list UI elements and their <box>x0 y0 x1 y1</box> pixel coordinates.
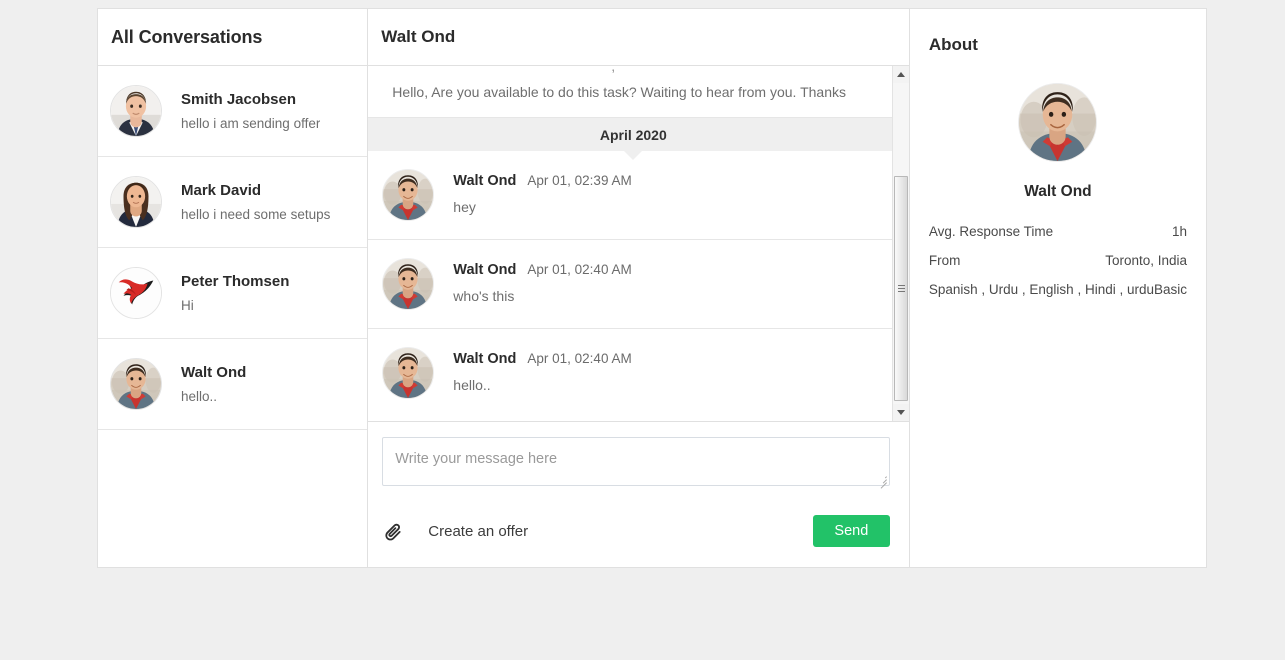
about-row: Avg. Response Time 1h <box>929 224 1187 239</box>
scroll-down-button[interactable] <box>892 404 909 421</box>
message-text: who's this <box>453 288 515 304</box>
message-row: Walt Ond Apr 01, 02:40 AM who's this <box>368 240 899 329</box>
avatar <box>382 347 435 399</box>
message-text: hey <box>453 199 476 215</box>
scrollbar-grip-icon <box>897 284 905 293</box>
conversation-list-header: All Conversations <box>98 9 368 66</box>
message-timestamp: Apr 01, 02:40 AM <box>527 351 632 366</box>
messaging-app-card: All Conversations Smith Jacobsen hello i… <box>97 8 1207 568</box>
about-row-key: Avg. Response Time <box>928 224 1054 239</box>
send-button[interactable]: Send <box>812 515 890 547</box>
message-meta: Walt Ond Apr 01, 02:40 AM <box>453 351 631 367</box>
conversation-text: Peter Thomsen Hi <box>181 272 289 315</box>
avatar <box>1018 83 1098 162</box>
about-avatar-wrap <box>929 83 1187 162</box>
message-composer: Create an offer Send <box>368 422 909 567</box>
list-item[interactable]: Mark David hello i need some setups <box>98 157 368 248</box>
conversation-snippet: Hi <box>181 297 194 313</box>
create-offer-button[interactable]: Create an offer <box>382 520 528 542</box>
about-detail-rows: Avg. Response Time 1h From Toronto, Indi… <box>929 224 1187 297</box>
about-row-value: 1h <box>1171 224 1187 239</box>
triangle-up-icon <box>896 72 905 77</box>
about-row-value: Toronto, India <box>1105 253 1187 268</box>
paperclip-icon <box>382 520 404 542</box>
list-item[interactable]: Peter Thomsen Hi <box>98 248 368 339</box>
conversation-name: Walt Ond <box>181 363 247 381</box>
avatar <box>110 358 162 410</box>
avatar <box>382 258 435 310</box>
avatar <box>110 85 162 137</box>
thread-messages: , Hello, Are you available to do this ta… <box>368 66 899 421</box>
conversation-list: Smith Jacobsen hello i am sending offer … <box>98 66 368 567</box>
message-body: Walt Ond Apr 01, 02:40 AM hello.. <box>453 347 631 399</box>
scroll-up-button[interactable] <box>892 66 909 83</box>
list-item[interactable]: Smith Jacobsen hello i am sending offer <box>98 66 368 157</box>
about-user-name: Walt Ond <box>1024 183 1092 200</box>
message-thread-panel: Walt Ond , Hello, Are you available to d… <box>368 9 910 567</box>
triangle-down-icon <box>896 410 905 415</box>
clipped-message-ghost: , <box>611 66 616 74</box>
message-author: Walt Ond <box>453 173 517 189</box>
list-item[interactable]: Walt Ond hello.. <box>98 339 368 430</box>
about-title: About <box>928 35 978 54</box>
thread-header: Walt Ond <box>368 9 909 66</box>
about-row: From Toronto, India <box>929 253 1187 268</box>
composer-input-wrap <box>382 437 890 489</box>
conversation-name: Mark David <box>181 181 262 199</box>
message-author: Walt Ond <box>453 351 517 367</box>
date-divider: April 2020 <box>368 118 899 160</box>
conversation-list-panel: All Conversations Smith Jacobsen hello i… <box>98 9 369 567</box>
message-text: hello.. <box>453 377 491 393</box>
conversation-snippet: hello i am sending offer <box>181 115 321 131</box>
clipped-message: , Hello, Are you available to do this ta… <box>368 66 899 118</box>
clipped-message-text: Hello, Are you available to do this task… <box>392 84 846 100</box>
page-title: All Conversations <box>111 26 263 47</box>
message-input[interactable] <box>382 437 890 486</box>
date-divider-label: April 2020 <box>599 126 667 143</box>
avatar <box>110 176 162 228</box>
avatar <box>382 169 435 221</box>
conversation-text: Walt Ond hello.. <box>181 363 246 406</box>
thread-scrollbar[interactable] <box>891 66 909 421</box>
message-timestamp: Apr 01, 02:39 AM <box>527 173 632 188</box>
message-body: Walt Ond Apr 01, 02:40 AM who's this <box>453 258 631 310</box>
create-offer-label: Create an offer <box>428 522 529 540</box>
thread-title: Walt Ond <box>381 27 456 46</box>
about-row-key: Spanish , Urdu , English , Hindi , urdu <box>928 282 1154 297</box>
message-timestamp: Apr 01, 02:40 AM <box>527 262 632 277</box>
conversation-snippet: hello i need some setups <box>181 206 331 222</box>
message-row: Walt Ond Apr 01, 02:40 AM hello.. <box>368 329 898 417</box>
conversation-name: Peter Thomsen <box>181 272 290 290</box>
message-row: Walt Ond Apr 01, 02:39 AM hey <box>368 151 899 240</box>
avatar <box>110 267 162 319</box>
about-panel: About Walt Ond Avg. Response Time 1h Fro… <box>909 9 1206 567</box>
message-meta: Walt Ond Apr 01, 02:39 AM <box>453 173 631 189</box>
about-row-value: Basic <box>1153 282 1187 297</box>
composer-actions: Create an offer Send <box>382 515 890 547</box>
conversation-text: Smith Jacobsen hello i am sending offer <box>181 90 320 133</box>
scrollbar-thumb[interactable] <box>893 176 908 401</box>
conversation-text: Mark David hello i need some setups <box>181 181 330 224</box>
message-body: Walt Ond Apr 01, 02:39 AM hey <box>453 169 631 221</box>
conversation-name: Smith Jacobsen <box>181 90 297 108</box>
conversation-snippet: hello.. <box>181 388 218 404</box>
message-meta: Walt Ond Apr 01, 02:40 AM <box>453 262 631 278</box>
thread-scroll-region: , Hello, Are you available to do this ta… <box>368 66 909 422</box>
about-row-key: From <box>928 253 961 268</box>
about-row: Spanish , Urdu , English , Hindi , urdu … <box>929 282 1187 297</box>
message-author: Walt Ond <box>453 262 517 278</box>
